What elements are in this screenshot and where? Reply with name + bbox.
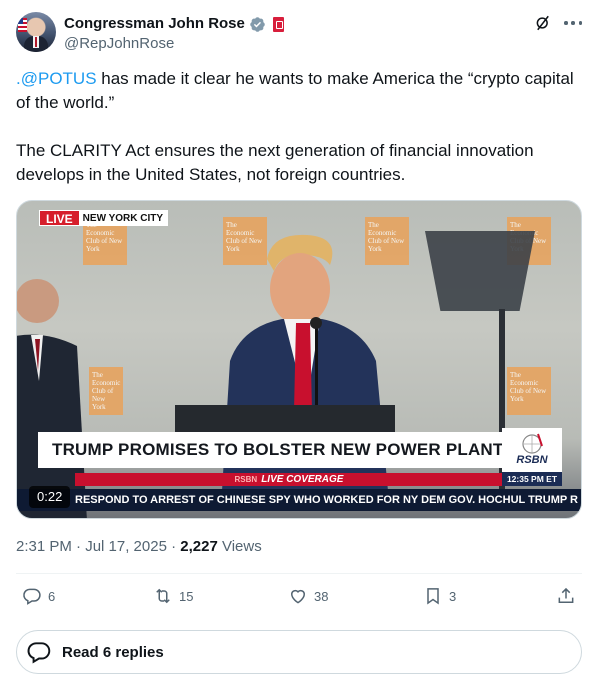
like-count: 38 [314,588,329,604]
network-logo-box: RSBN 12:35 PM ET [502,428,562,486]
grok-icon[interactable] [534,14,552,32]
author-handle[interactable]: @RepJohnRose [64,34,174,54]
bookmark-icon [427,588,439,605]
views-count: 2,227 [180,538,218,555]
tweet-meta: 2:31 PM · Jul 17, 2025 · 2,227 Views [16,537,262,557]
verified-checkmark-icon [250,16,265,32]
bookmark-count: 3 [449,588,457,604]
tweet-paragraph-1-text: has made it clear he wants to make Ameri… [16,69,574,112]
tweet-paragraph-1: .@POTUS has made it clear he wants to ma… [16,67,576,115]
teleprompter [425,231,535,311]
coverage-label: LIVE COVERAGE [261,474,344,485]
read-replies-label: Read 6 replies [62,643,164,661]
tweet-text: .@POTUS has made it clear he wants to ma… [16,67,576,187]
tweet-paragraph-2: The CLARITY Act ensures the next generat… [16,141,534,184]
coverage-bar: RSBN LIVE COVERAGE [75,473,503,486]
live-tag: LIVE NEW YORK CITY [39,210,169,226]
news-ticker: RESPOND TO ARREST OF CHINESE SPY WHO WOR… [17,489,581,511]
tweet-header: Congressman John Rose @RepJohnRose [16,12,582,56]
news-headline: TRUMP PROMISES TO BOLSTER NEW POWER PLAN… [38,432,562,468]
reply-bubble-icon [27,642,51,664]
reply-button[interactable]: 6 [22,586,55,606]
repost-icon [156,588,170,604]
header-actions [534,14,582,32]
rsbn-logo-text: RSBN [516,454,548,466]
video-player[interactable]: The Economic Club of New York The Econom… [16,200,582,519]
divider [16,573,582,574]
podium [175,405,395,435]
repost-count: 15 [179,588,194,604]
reply-count: 6 [48,588,56,604]
repost-button[interactable]: 15 [153,586,193,606]
tweet-timestamp[interactable]: 2:31 PM · Jul 17, 2025 · [16,538,180,555]
backdrop-sign: The Economic Club of New York [507,367,551,415]
broadcast-clock: 12:35 PM ET [502,472,562,486]
rsbn-logo-icon: RSBN [516,433,549,466]
more-icon[interactable] [564,14,582,32]
bookmark-button[interactable]: 3 [423,586,456,606]
government-badge-icon [272,16,284,32]
author-name-row: Congressman John Rose [64,14,284,34]
video-duration: 0:22 [29,486,71,508]
share-icon [558,587,574,603]
author-avatar[interactable] [16,12,56,52]
live-label: LIVE [40,211,79,226]
share-button[interactable] [556,586,576,606]
mention-link[interactable]: .@POTUS [16,69,97,88]
heart-icon [290,589,306,604]
read-replies-button[interactable]: Read 6 replies [16,630,582,674]
like-button[interactable]: 38 [288,586,328,606]
engagement-bar: 6 15 38 3 [16,586,582,610]
author-display-name[interactable]: Congressman John Rose [64,14,245,34]
views-label: Views [217,538,262,555]
reply-icon [23,588,41,605]
live-location: NEW YORK CITY [78,211,168,225]
flag-icon [18,18,27,32]
coverage-prefix: RSBN [234,475,258,484]
